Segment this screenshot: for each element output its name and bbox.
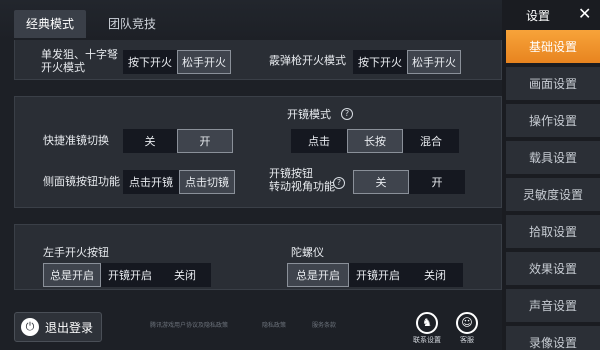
scope-mode-label: 开镜模式: [287, 108, 331, 121]
left-fire-button-label: 左手开火按钮: [43, 246, 109, 259]
tab-classic-mode[interactable]: 经典模式: [14, 10, 86, 38]
scope-rotate-off-option[interactable]: 关: [353, 170, 409, 194]
gyroscope-toggle: 总是开启 开镜开启 关闭: [287, 263, 463, 287]
sniper-release-fire-option[interactable]: 松手开火: [177, 50, 231, 74]
side-scope-button-toggle: 点击开镜 点击切镜: [123, 170, 235, 194]
scope-mode-toggle: 点击 长按 混合: [291, 129, 459, 153]
quick-scope-switch-label: 快捷准镜切换: [43, 134, 109, 147]
shotgun-fire-mode-toggle: 按下开火 松手开火: [353, 50, 461, 74]
sniper-fire-mode-toggle: 按下开火 松手开火: [123, 50, 231, 74]
customer-service-button[interactable]: ☺ 客服: [452, 312, 482, 345]
sidebar-item-effects[interactable]: 效果设置: [506, 252, 600, 286]
scope-rotate-on-option[interactable]: 开: [409, 170, 465, 194]
gyro-scope-option[interactable]: 开镜开启: [349, 263, 407, 287]
scope-rotate-label: 开镜按钮 转动视角功能: [269, 167, 335, 193]
left-fire-scope-option[interactable]: 开镜开启: [101, 263, 159, 287]
headset-icon: ☺: [456, 312, 478, 334]
sniper-press-fire-option[interactable]: 按下开火: [123, 50, 177, 74]
sniper-fire-mode-label: 单发狙、十字弩 开火模式: [41, 48, 118, 74]
side-scope-open-option[interactable]: 点击开镜: [123, 170, 179, 194]
logout-button[interactable]: ⏻ 退出登录: [14, 312, 102, 342]
sidebar-title: 设置: [526, 9, 551, 23]
sidebar-item-controls[interactable]: 操作设置: [506, 104, 600, 138]
gyro-always-option[interactable]: 总是开启: [287, 263, 349, 287]
user-agreement-link[interactable]: 腾讯游戏用户协议及隐私政策: [150, 320, 228, 329]
scope-mode-tap-option[interactable]: 点击: [291, 129, 347, 153]
gyroscope-label: 陀螺仪: [291, 246, 324, 259]
scope-mode-hold-option[interactable]: 长按: [347, 129, 403, 153]
logout-label: 退出登录: [45, 320, 94, 335]
quick-scope-off-option[interactable]: 关: [123, 129, 177, 153]
scope-rotate-toggle: 关 开: [353, 170, 465, 194]
settings-sidebar: 设置 ✕ 基础设置 画面设置 操作设置 载具设置 灵敏度设置 拾取设置 效果设置…: [502, 0, 600, 350]
sidebar-item-graphics[interactable]: 画面设置: [506, 67, 600, 101]
controls-panel: 左手开火按钮 总是开启 开镜开启 关闭 陀螺仪 总是开启 开镜开启 关闭: [14, 224, 502, 290]
shield-icon: ♞: [416, 312, 438, 334]
shotgun-fire-mode-label: 霰弹枪开火模式: [269, 54, 346, 67]
sidebar-item-pickup[interactable]: 拾取设置: [506, 215, 600, 249]
scope-mode-mixed-option[interactable]: 混合: [403, 129, 459, 153]
left-fire-off-option[interactable]: 关闭: [159, 263, 211, 287]
left-fire-button-toggle: 总是开启 开镜开启 关闭: [43, 263, 211, 287]
sidebar-header: 设置 ✕: [502, 0, 600, 30]
customer-service-label: 客服: [460, 336, 474, 344]
scope-mode-help-icon[interactable]: ?: [341, 108, 353, 120]
sidebar-item-sound[interactable]: 声音设置: [506, 289, 600, 323]
sidebar-item-sensitivity[interactable]: 灵敏度设置: [506, 178, 600, 212]
shotgun-press-fire-option[interactable]: 按下开火: [353, 50, 407, 74]
logout-icon: ⏻: [21, 318, 39, 336]
link-settings-button[interactable]: ♞ 联系设置: [412, 312, 442, 345]
side-scope-button-label: 侧面镜按钮功能: [43, 175, 120, 188]
tab-team-deathmatch[interactable]: 团队竞技: [96, 10, 168, 38]
shotgun-release-fire-option[interactable]: 松手开火: [407, 50, 461, 74]
privacy-policy-link[interactable]: 隐私政策: [262, 320, 286, 329]
fire-mode-panel: 单发狙、十字弩 开火模式 按下开火 松手开火 霰弹枪开火模式 按下开火 松手开火: [14, 40, 502, 80]
terms-link[interactable]: 服务条款: [312, 320, 336, 329]
link-settings-label: 联系设置: [413, 336, 441, 344]
left-fire-always-option[interactable]: 总是开启: [43, 263, 101, 287]
quick-scope-on-option[interactable]: 开: [177, 129, 233, 153]
close-icon[interactable]: ✕: [578, 4, 591, 23]
quick-scope-switch-toggle: 关 开: [123, 129, 233, 153]
sidebar-item-basic[interactable]: 基础设置: [506, 30, 600, 64]
gyro-off-option[interactable]: 关闭: [407, 263, 463, 287]
scope-panel: 快捷准镜切换 关 开 开镜模式 ? 点击 长按 混合 侧面镜按钮功能 点击开镜 …: [14, 96, 502, 208]
top-bar: 经典模式 团队竞技: [0, 0, 502, 40]
sidebar-item-replay[interactable]: 录像设置: [506, 326, 600, 350]
scope-rotate-help-icon[interactable]: ?: [333, 177, 345, 189]
sidebar-item-vehicle[interactable]: 载具设置: [506, 141, 600, 175]
side-scope-switch-option[interactable]: 点击切镜: [179, 170, 235, 194]
